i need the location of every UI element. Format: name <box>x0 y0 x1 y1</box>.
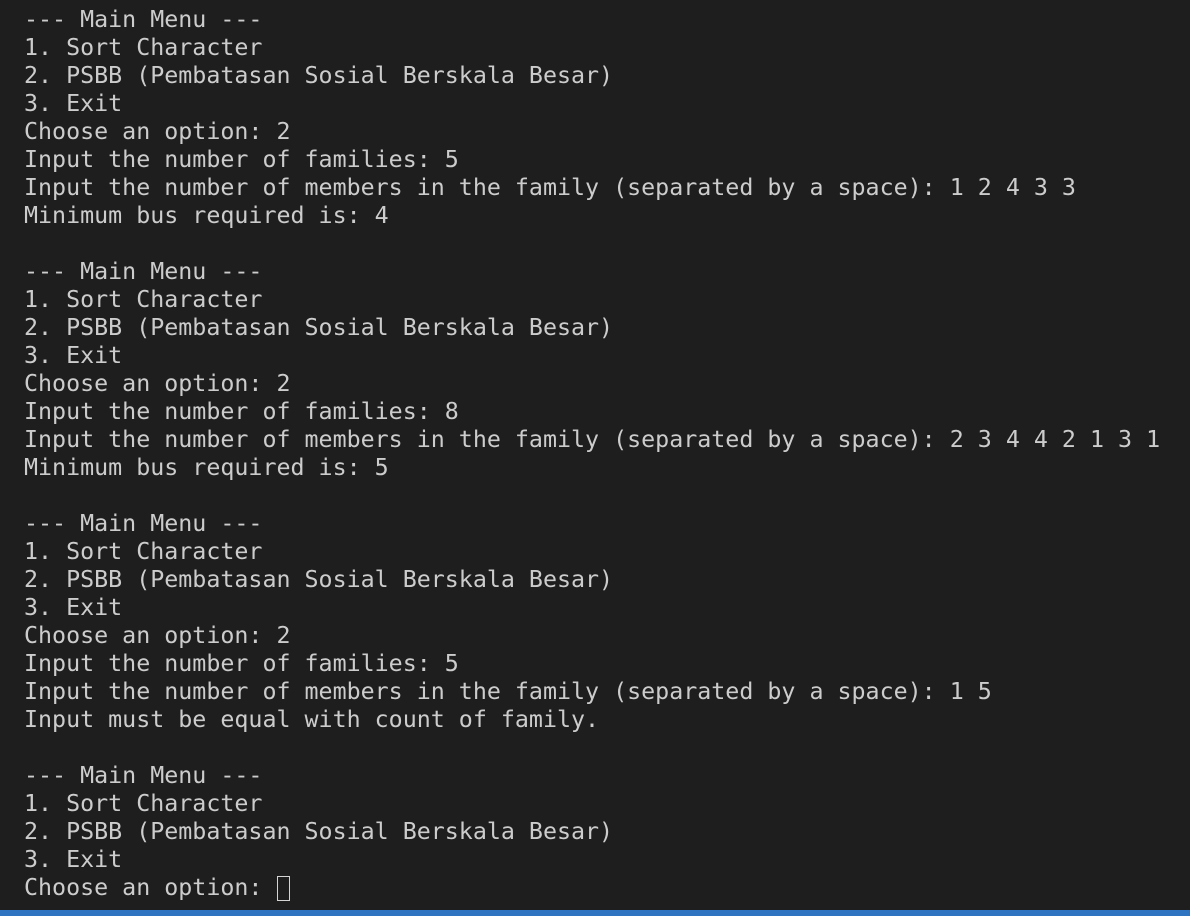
output-line: Input the number of members in the famil… <box>24 426 1161 453</box>
output-line: 3. Exit <box>24 846 123 873</box>
prompt-text: Choose an option: <box>24 874 277 901</box>
output-line: Minimum bus required is: 4 <box>24 202 389 229</box>
terminal-cursor[interactable] <box>277 876 291 901</box>
output-line: 3. Exit <box>24 90 123 117</box>
output-line: --- Main Menu --- <box>24 762 263 789</box>
output-line: Input the number of members in the famil… <box>24 174 1076 201</box>
output-line: 2. PSBB (Pembatasan Sosial Berskala Besa… <box>24 62 614 89</box>
output-line: Choose an option: 2 <box>24 370 291 397</box>
terminal-prompt-line[interactable]: Choose an option: <box>24 874 1190 902</box>
output-line: Choose an option: 2 <box>24 118 291 145</box>
output-line: Input must be equal with count of family… <box>24 706 600 733</box>
output-line: Input the number of families: 5 <box>24 650 459 677</box>
output-line: 2. PSBB (Pembatasan Sosial Berskala Besa… <box>24 818 614 845</box>
output-line: --- Main Menu --- <box>24 6 263 33</box>
output-line: Input the number of families: 8 <box>24 398 459 425</box>
output-line: 2. PSBB (Pembatasan Sosial Berskala Besa… <box>24 566 614 593</box>
terminal-output[interactable]: --- Main Menu --- 1. Sort Character 2. PSB… <box>0 0 1190 916</box>
output-line: 1. Sort Character <box>24 538 263 565</box>
output-line: Input the number of members in the famil… <box>24 678 992 705</box>
output-line: --- Main Menu --- <box>24 258 263 285</box>
status-bar-strip <box>0 910 1190 916</box>
output-line: Input the number of families: 5 <box>24 146 459 173</box>
output-line: 1. Sort Character <box>24 790 263 817</box>
output-line: Choose an option: 2 <box>24 622 291 649</box>
terminal-lines: --- Main Menu --- 1. Sort Character 2. PSB… <box>24 6 1190 874</box>
output-line: 3. Exit <box>24 594 123 621</box>
output-line: 3. Exit <box>24 342 123 369</box>
output-line: 2. PSBB (Pembatasan Sosial Berskala Besa… <box>24 314 614 341</box>
output-line: 1. Sort Character <box>24 34 263 61</box>
output-line: 1. Sort Character <box>24 286 263 313</box>
output-line: Minimum bus required is: 5 <box>24 454 389 481</box>
output-line: --- Main Menu --- <box>24 510 263 537</box>
